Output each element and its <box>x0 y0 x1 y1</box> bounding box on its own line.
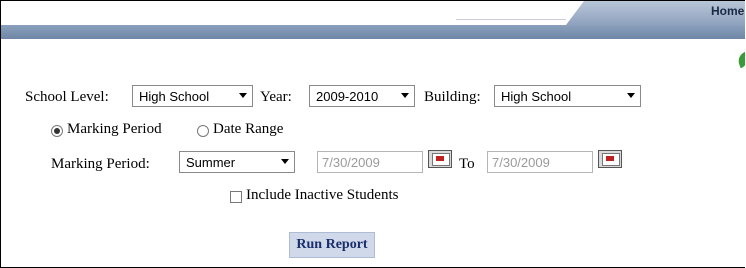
school-level-select[interactable]: High School <box>132 85 253 107</box>
marking-period-label: Marking Period: <box>51 156 150 172</box>
chevron-down-icon <box>239 93 247 98</box>
home-link[interactable]: Home <box>711 4 744 18</box>
marking-period-select[interactable]: Summer <box>179 151 295 173</box>
end-calendar-icon[interactable] <box>598 150 622 168</box>
year-value: 2009-2010 <box>316 88 379 104</box>
chevron-down-icon <box>401 93 409 98</box>
chevron-down-icon <box>281 159 289 164</box>
to-label: To <box>459 156 475 172</box>
school-level-label: School Level: <box>25 89 109 105</box>
date-range-radio[interactable] <box>197 125 209 137</box>
include-inactive-label: Include Inactive Students <box>246 187 399 203</box>
marking-period-value: Summer <box>186 154 236 170</box>
year-select[interactable]: 2009-2010 <box>309 85 415 107</box>
school-level-value: High School <box>139 88 210 104</box>
start-date-value: 7/30/2009 <box>322 154 380 170</box>
building-label: Building: <box>424 89 481 105</box>
end-date-input[interactable]: 7/30/2009 <box>487 151 593 173</box>
start-date-input[interactable]: 7/30/2009 <box>317 151 423 173</box>
chevron-down-icon <box>627 93 635 98</box>
year-label: Year: <box>260 89 292 105</box>
start-calendar-icon[interactable] <box>428 150 452 168</box>
building-select[interactable]: High School <box>494 85 641 107</box>
leaf-icon <box>735 51 745 69</box>
end-date-value: 7/30/2009 <box>492 154 550 170</box>
date-range-option-label: Date Range <box>213 121 284 137</box>
include-inactive-checkbox[interactable] <box>230 191 242 203</box>
report-panel: Home School Level: High School Year: 200… <box>0 0 745 268</box>
marking-period-option-label: Marking Period <box>67 121 162 137</box>
run-report-button[interactable]: Run Report <box>289 232 375 258</box>
building-value: High School <box>501 88 572 104</box>
header-band <box>1 25 745 39</box>
marking-period-radio[interactable] <box>51 125 63 137</box>
